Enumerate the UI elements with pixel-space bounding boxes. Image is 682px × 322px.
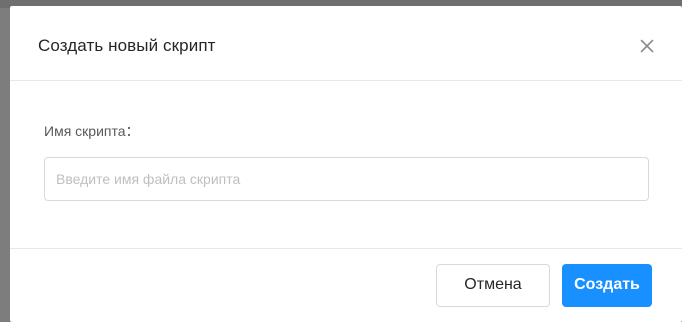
close-icon (640, 39, 654, 53)
create-button[interactable]: Создать (562, 263, 652, 307)
create-script-dialog: Создать новый скрипт Имя скрипта： Отмена… (10, 6, 682, 322)
dialog-header: Создать новый скрипт (10, 6, 682, 81)
cancel-button[interactable]: Отмена (436, 263, 550, 307)
dialog-title: Создать новый скрипт (38, 36, 216, 55)
close-button[interactable] (636, 35, 658, 57)
dialog-body: Имя скрипта： (10, 81, 682, 249)
dialog-footer: Отмена Создать (10, 249, 682, 321)
script-name-label: Имя скрипта： (44, 123, 140, 139)
script-name-input[interactable] (44, 157, 649, 201)
